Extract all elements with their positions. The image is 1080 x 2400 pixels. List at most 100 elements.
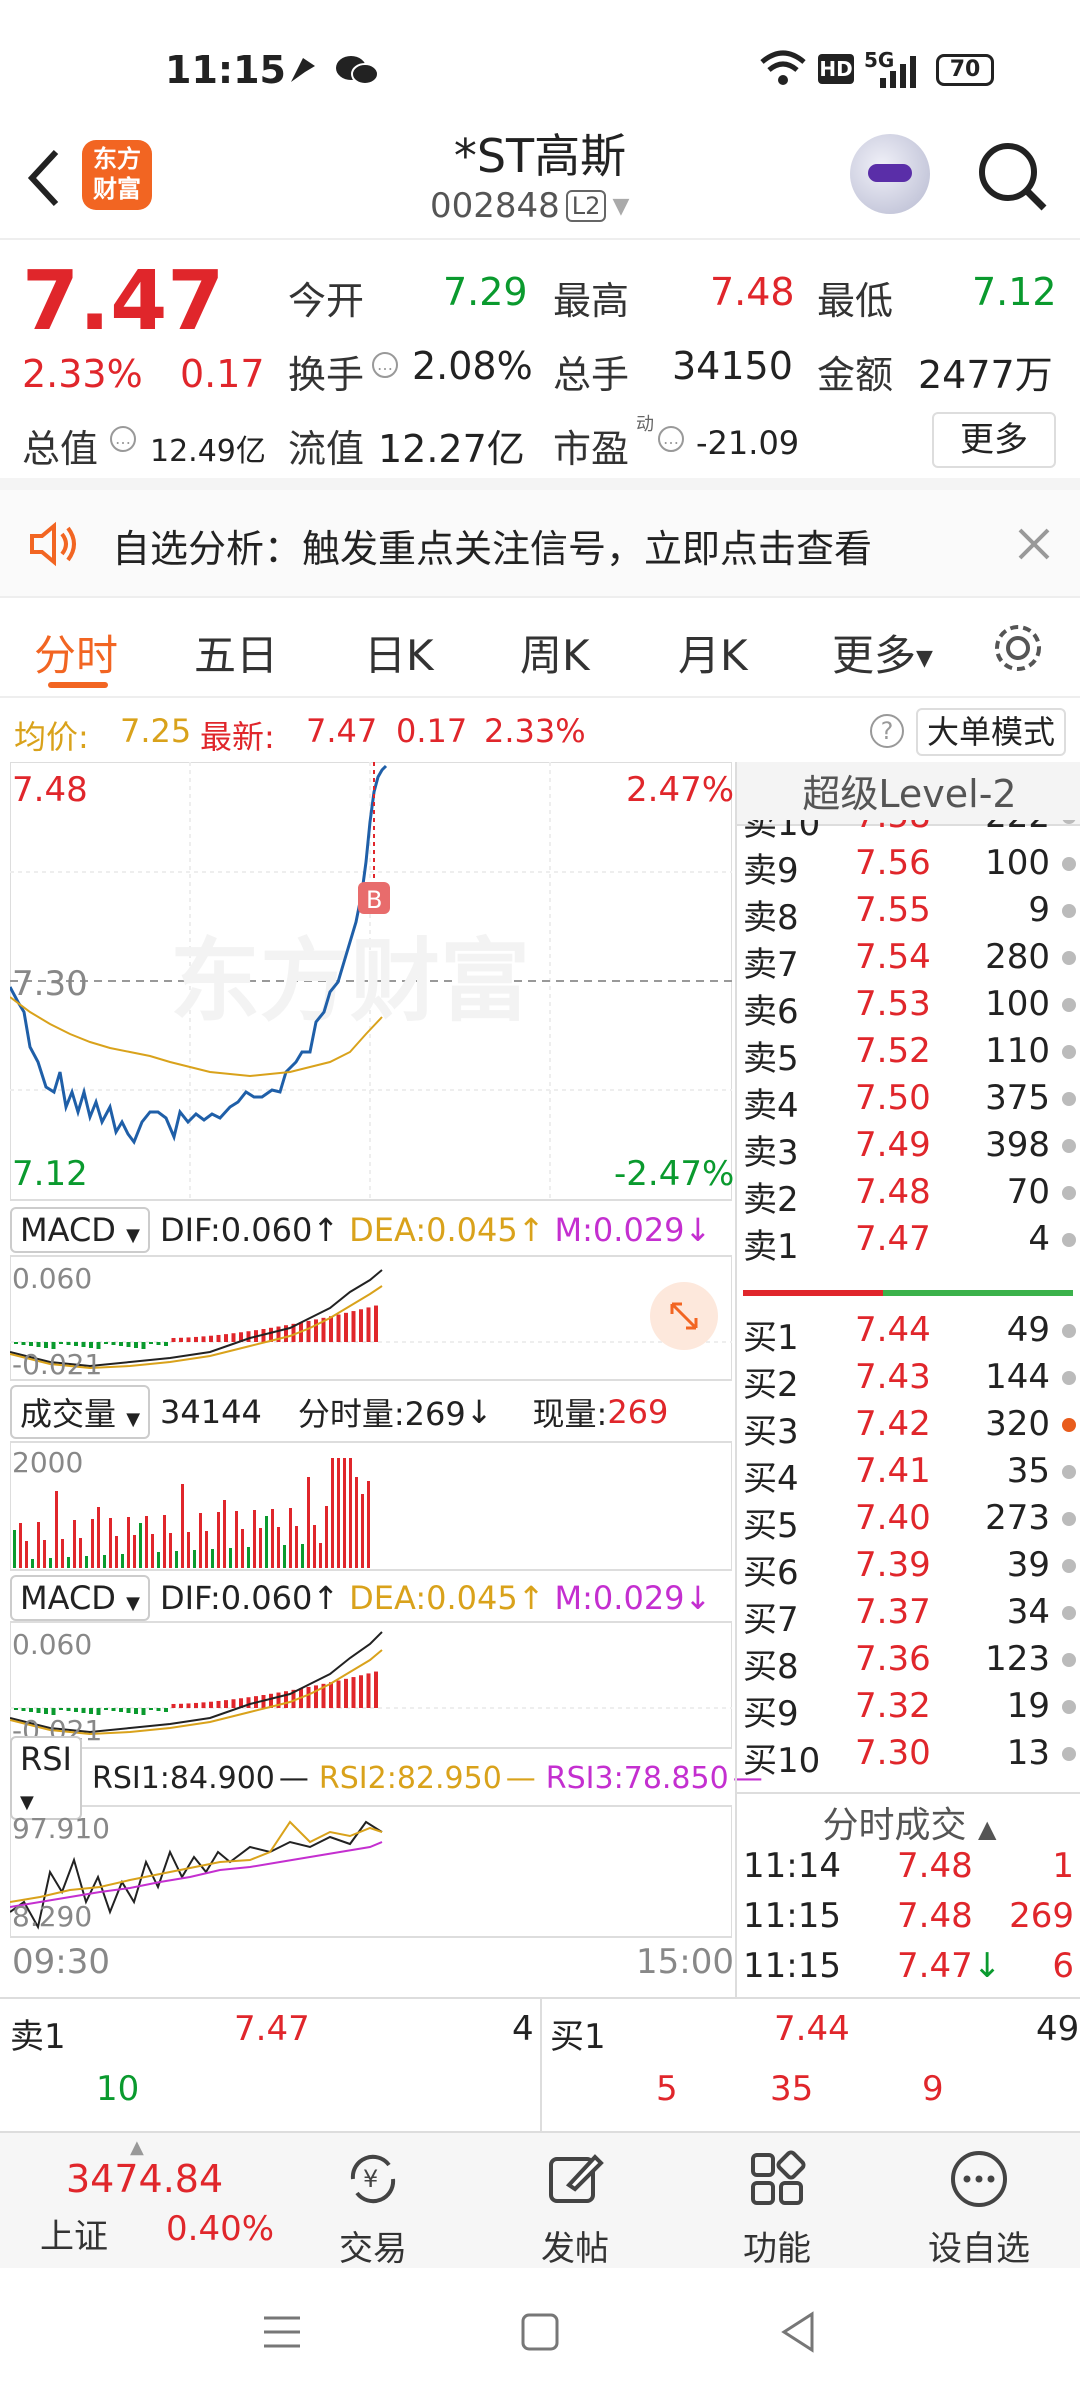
volume-bar: [319, 1543, 322, 1568]
best-buy-label: 买1: [550, 2017, 606, 2057]
tab-daily-k[interactable]: 日K: [364, 622, 434, 683]
tab-five-day[interactable]: 五日: [194, 622, 278, 683]
macd-histogram-bar: [224, 1700, 228, 1708]
help-icon[interactable]: ?: [870, 714, 904, 748]
sell-order-row[interactable]: 卖7 7.54 280: [737, 937, 1080, 985]
volume-bar: [235, 1511, 238, 1568]
system-nav-bar: [0, 2268, 1080, 2400]
buy-order-row[interactable]: 买10 7.30 13: [737, 1733, 1080, 1781]
trade-label: 交易: [339, 2229, 407, 2269]
rsi2-dash: —: [505, 1760, 536, 1796]
info-icon[interactable]: …: [110, 426, 136, 452]
sell-order-row[interactable]: 卖1 7.47 4: [737, 1219, 1080, 1267]
sell-order-row[interactable]: 卖3 7.49 398: [737, 1125, 1080, 1173]
sell-order-row[interactable]: 卖2 7.48 70: [737, 1172, 1080, 1220]
order-price: 7.40: [855, 1498, 931, 1538]
buy-order-row[interactable]: 买7 7.37 34: [737, 1592, 1080, 1640]
order-level: 买2: [743, 1365, 799, 1405]
back-icon[interactable]: [24, 146, 64, 210]
low-label: 最低: [817, 279, 894, 323]
stock-name[interactable]: *ST高斯: [340, 120, 740, 186]
search-icon[interactable]: [976, 140, 1048, 212]
order-dot-icon: [1062, 1186, 1076, 1200]
buy-order-row[interactable]: 买4 7.41 35: [737, 1451, 1080, 1499]
volume-top-value: 2000: [12, 1446, 84, 1479]
more-circle-icon: [951, 2151, 1007, 2207]
sell-order-row[interactable]: 卖6 7.53 100: [737, 984, 1080, 1032]
tab-weekly-k[interactable]: 周K: [520, 622, 590, 683]
best-buy-volume: 49: [1036, 2009, 1080, 2049]
back-nav-icon[interactable]: [778, 2310, 818, 2354]
volume-bar: [151, 1534, 154, 1568]
order-volume: 320: [985, 1404, 1050, 1444]
buy-order-row[interactable]: 买9 7.32 19: [737, 1686, 1080, 1734]
macd-histogram-bar: [81, 1708, 86, 1713]
robot-assistant-icon[interactable]: [850, 134, 930, 214]
buy-order-row[interactable]: 买2 7.43 144: [737, 1357, 1080, 1405]
buy-order-row[interactable]: 买1 7.44 49: [737, 1310, 1080, 1358]
info-icon[interactable]: …: [372, 352, 398, 378]
sell-order-row[interactable]: 卖4 7.50 375: [737, 1078, 1080, 1126]
volume-selector[interactable]: 成交量 ▼: [10, 1385, 151, 1439]
watch-label: 设自选: [928, 2229, 1030, 2269]
order-book: 超级Level-2 卖10 7.58 222 卖9 7.56 100 卖8 7.55 9 卖7 7.…: [735, 762, 1080, 1997]
sell-order-row[interactable]: 卖8 7.55 9: [737, 890, 1080, 938]
order-dot-icon: [1062, 951, 1076, 965]
buy-order-row[interactable]: 买3 7.42 320: [737, 1404, 1080, 1452]
intraday-chart[interactable]: 东方财富 B 7.48 2.47% 7.30 7.12 -2.47% MACD: [10, 762, 763, 1997]
hd-badge: HD: [818, 54, 854, 84]
order-dot-icon: [1062, 1045, 1076, 1059]
index-ticker[interactable]: ▲ 3474.84 上证 0.40%: [0, 2133, 274, 2268]
indicator-selector[interactable]: MACD ▼: [10, 1207, 150, 1253]
level2-title[interactable]: 超级Level-2: [737, 762, 1080, 826]
volume-bar: [133, 1535, 136, 1568]
intraday-info-bar: 均价: 7.25 最新: 7.47 0.17 2.33% ? 大单模式: [0, 700, 1080, 762]
order-level: 卖3: [743, 1133, 799, 1173]
trade-button[interactable]: ¥ 交易: [308, 2133, 438, 2269]
tab-more[interactable]: 更多▼: [832, 622, 933, 683]
macd-histogram-bar: [329, 1316, 333, 1342]
more-button[interactable]: 更多: [932, 412, 1056, 468]
volume-bar: [205, 1531, 208, 1568]
function-button[interactable]: 功能: [712, 2133, 842, 2269]
indicator-selector-2[interactable]: MACD ▼: [10, 1575, 150, 1621]
info-icon[interactable]: …: [658, 426, 684, 452]
volume-bar: [139, 1523, 142, 1568]
big-order-mode-button[interactable]: 大单模式: [916, 708, 1066, 756]
tab-intraday[interactable]: 分时: [34, 622, 118, 683]
order-level: 买3: [743, 1412, 799, 1452]
sell-order-row[interactable]: 卖5 7.52 110: [737, 1031, 1080, 1079]
app-logo[interactable]: 东方 财富: [82, 140, 152, 210]
best-sell-volume: 4: [512, 2009, 534, 2049]
buy-order-row[interactable]: 买6 7.39 39: [737, 1545, 1080, 1593]
tab-monthly-k[interactable]: 月K: [678, 622, 748, 683]
order-level: 买8: [743, 1647, 799, 1687]
stock-code-row[interactable]: 002848 L2 ▼: [430, 186, 629, 226]
ticks-header[interactable]: 分时成交 ▲: [737, 1796, 1080, 1848]
logo-line1: 东方: [93, 145, 141, 173]
rsi-selector[interactable]: RSI ▼: [10, 1736, 82, 1820]
menu-icon[interactable]: [262, 2312, 302, 2352]
order-volume: 70: [1006, 1172, 1050, 1212]
alert-banner[interactable]: 自选分析：触发重点关注信号，立即点击查看: [0, 490, 1080, 598]
home-icon[interactable]: [520, 2312, 560, 2352]
volume-bar: [109, 1518, 112, 1568]
sell-order-row[interactable]: 卖9 7.56 100: [737, 843, 1080, 891]
index-pct: 0.40%: [166, 2209, 275, 2249]
post-button[interactable]: 发帖: [510, 2133, 640, 2269]
expand-icon[interactable]: [650, 1282, 718, 1350]
volume-bar: [343, 1458, 346, 1568]
close-icon[interactable]: [1016, 526, 1052, 562]
volume-bar: [55, 1491, 58, 1568]
add-watchlist-button[interactable]: 设自选: [914, 2133, 1044, 2269]
macd-histogram-bar: [201, 1336, 206, 1342]
buy-order-row[interactable]: 买5 7.40 273: [737, 1498, 1080, 1546]
volume-bar: [49, 1558, 52, 1568]
logo-line2: 财富: [93, 175, 141, 203]
settings-gear-icon[interactable]: [990, 620, 1046, 676]
sell-order-row[interactable]: 卖10 7.58 222: [737, 820, 1080, 844]
macd-histogram-bar: [156, 1342, 161, 1345]
chart-tabs: 分时 五日 日K 周K 月K 更多▼: [0, 598, 1080, 698]
order-level: 卖8: [743, 898, 799, 938]
buy-order-row[interactable]: 买8 7.36 123: [737, 1639, 1080, 1687]
